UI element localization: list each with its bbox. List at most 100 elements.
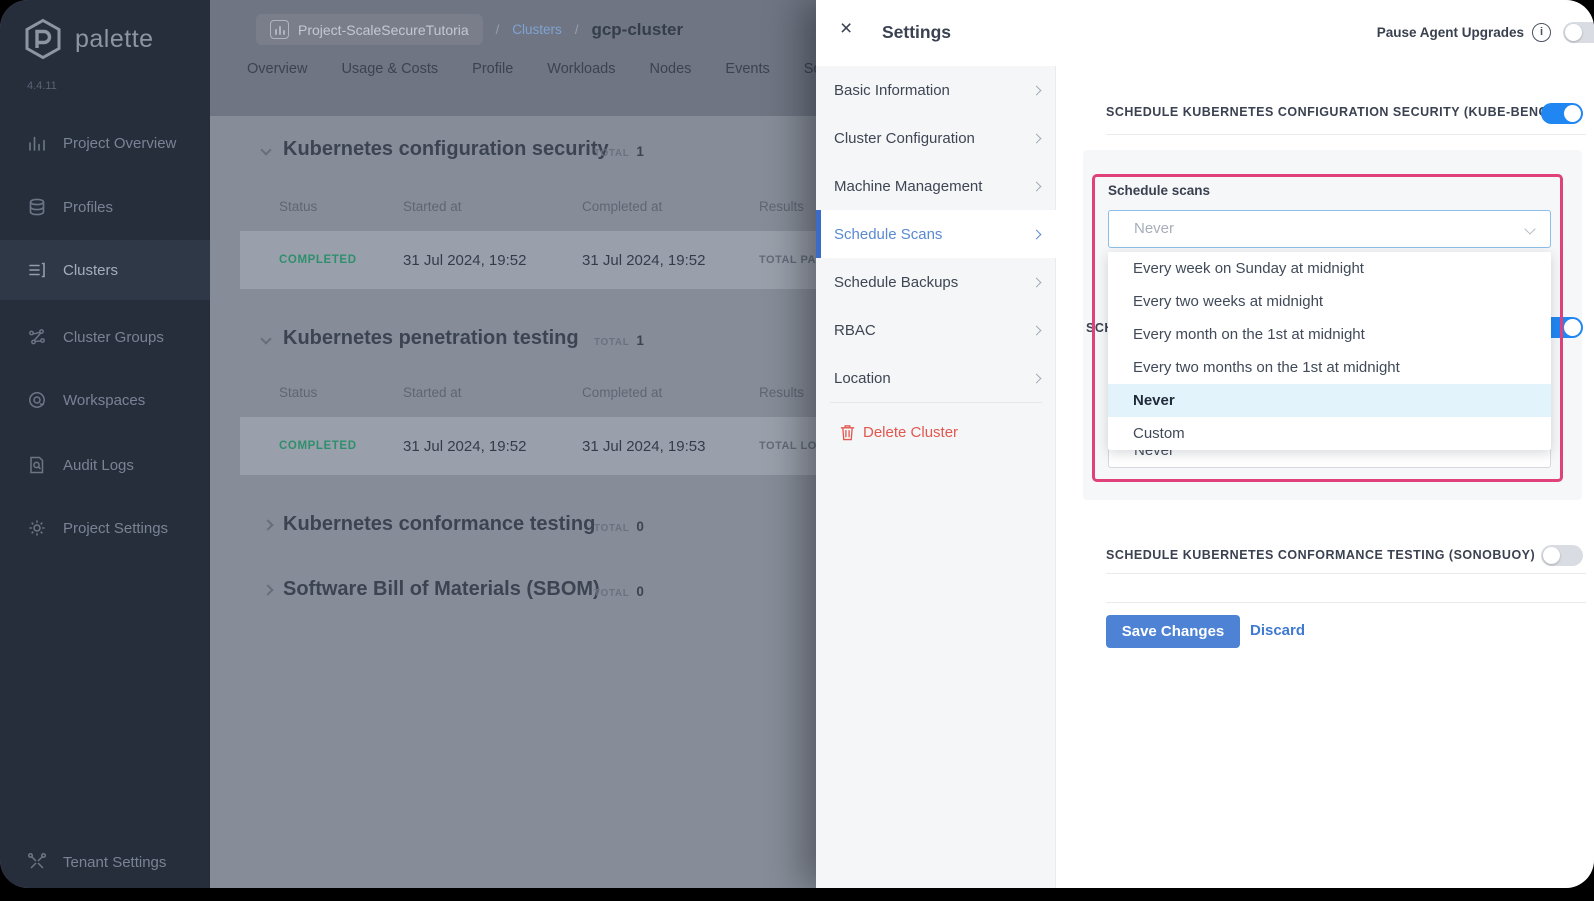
app-version: 4.4.11 [27,80,57,92]
dropdown-option[interactable]: Every month on the 1st at midnight [1108,318,1551,351]
results-cell: TOTAL LOW [759,440,816,452]
dropdown-option-selected[interactable]: Never [1108,384,1551,417]
sidebar-item-workspaces[interactable]: Workspaces [0,376,210,424]
sonobuoy-label: SCHEDULE KUBERNETES CONFORMANCE TESTING … [1106,548,1535,562]
section-total: TOTAL 1 [594,333,644,348]
nav-item-rbac[interactable]: RBAC [816,306,1056,354]
breadcrumb: Project-ScaleSecureTutoria / Clusters / … [256,14,683,45]
chevron-right-icon [1032,229,1042,239]
info-icon[interactable]: i [1532,23,1551,42]
chevron-right-icon [1032,85,1042,95]
section-title: Kubernetes configuration security [283,138,609,161]
tab-workloads[interactable]: Workloads [547,61,615,77]
cluster-tabs: Overview Usage & Costs Profile Workloads… [247,61,816,77]
nav-item-location[interactable]: Location [816,354,1056,402]
breadcrumb-separator: / [496,22,500,37]
tab-usage-costs[interactable]: Usage & Costs [341,61,438,77]
dropdown-option[interactable]: Every two weeks at midnight [1108,285,1551,318]
divider [1106,602,1586,603]
brand-logo: palette [24,18,154,60]
tab-scan[interactable]: Scan [804,61,816,77]
tab-events[interactable]: Events [725,61,769,77]
divider [1106,573,1586,574]
tab-overview[interactable]: Overview [247,61,307,77]
column-header: Completed at [582,199,662,214]
table-row[interactable]: COMPLETED 31 Jul 2024, 19:52 31 Jul 2024… [240,231,816,289]
schedule-options-dropdown: Every week on Sunday at midnight Every t… [1108,252,1551,450]
results-cell: TOTAL PASS [759,254,816,266]
workspaces-icon [27,390,47,410]
chevron-down-icon [1524,223,1535,234]
sidebar-item-label: Audit Logs [63,457,134,474]
profiles-icon [27,197,47,217]
audit-logs-icon [27,455,47,475]
section-title: Kubernetes conformance testing [283,513,595,536]
kube-bench-label: SCHEDULE KUBERNETES CONFIGURATION SECURI… [1106,105,1562,119]
started-at-cell: 31 Jul 2024, 19:52 [403,438,526,455]
chevron-down-icon[interactable] [260,333,271,344]
discard-link[interactable]: Discard [1250,622,1305,639]
chevron-right-icon[interactable] [262,519,273,530]
brand-name: palette [75,25,154,54]
nav-item-schedule-scans[interactable]: Schedule Scans [816,210,1056,258]
column-header: Status [279,385,317,400]
breadcrumb-project-chip[interactable]: Project-ScaleSecureTutoria [256,14,483,45]
status-badge: COMPLETED [279,440,357,452]
chevron-right-icon [1032,373,1042,383]
column-header: Started at [403,199,462,214]
nav-item-cluster-configuration[interactable]: Cluster Configuration [816,114,1056,162]
breadcrumb-clusters-link[interactable]: Clusters [512,22,562,37]
pause-agent-upgrades-label: Pause Agent Upgrades [1377,25,1524,40]
sidebar-item-audit-logs[interactable]: Audit Logs [0,441,210,489]
app-window: palette 4.4.11 Project Overview Profiles… [0,0,1594,888]
sidebar-item-clusters[interactable]: Clusters [0,240,210,300]
trash-icon [840,424,855,441]
settings-modal: × Settings Pause Agent Upgrades i Basic … [816,0,1594,888]
breadcrumb-separator: / [575,22,579,37]
chevron-right-icon [1032,277,1042,287]
cluster-groups-icon [27,327,47,347]
cluster-details-page: Project-ScaleSecureTutoria / Clusters / … [210,0,816,888]
section-total: TOTAL 0 [594,519,644,534]
sidebar-item-label: Profiles [63,199,113,216]
sidebar-item-label: Cluster Groups [63,329,164,346]
pause-agent-upgrades-toggle[interactable] [1563,22,1594,43]
sidebar-item-project-overview[interactable]: Project Overview [0,119,210,167]
section-total: TOTAL 0 [594,584,644,599]
chevron-down-icon[interactable] [260,144,271,155]
column-header: Started at [403,385,462,400]
chevron-right-icon [1032,325,1042,335]
schedule-scans-label: Schedule scans [1108,183,1210,198]
settings-nav: Basic Information Cluster Configuration … [816,66,1056,888]
chevron-right-icon [1032,181,1042,191]
save-changes-button[interactable]: Save Changes [1106,615,1240,648]
sidebar-item-project-settings[interactable]: Project Settings [0,504,210,552]
nav-item-machine-management[interactable]: Machine Management [816,162,1056,210]
nav-item-schedule-backups[interactable]: Schedule Backups [816,258,1056,306]
sidebar-item-cluster-groups[interactable]: Cluster Groups [0,313,210,361]
sonobuoy-toggle[interactable] [1541,545,1583,566]
nav-item-basic-information[interactable]: Basic Information [816,66,1056,114]
tab-profile[interactable]: Profile [472,61,513,77]
dropdown-option[interactable]: Every two months on the 1st at midnight [1108,351,1551,384]
sidebar-item-tenant-settings[interactable]: Tenant Settings [0,838,210,886]
section-total: TOTAL 1 [594,144,644,159]
chevron-right-icon[interactable] [262,584,273,595]
section-title: Kubernetes penetration testing [283,327,579,350]
dropdown-option[interactable]: Every week on Sunday at midnight [1108,252,1551,285]
status-badge: COMPLETED [279,254,357,266]
completed-at-cell: 31 Jul 2024, 19:53 [582,438,705,455]
sidebar-item-label: Project Overview [63,135,176,152]
delete-cluster-button[interactable]: Delete Cluster [816,412,1056,452]
schedule-scans-select[interactable]: Never [1108,210,1551,248]
sidebar-item-profiles[interactable]: Profiles [0,183,210,231]
table-row[interactable]: COMPLETED 31 Jul 2024, 19:52 31 Jul 2024… [240,417,816,475]
kube-bench-toggle[interactable] [1541,103,1583,124]
chart-icon [27,133,47,153]
sidebar: palette 4.4.11 Project Overview Profiles… [0,0,210,888]
tab-nodes[interactable]: Nodes [650,61,692,77]
divider [1106,134,1586,135]
chevron-right-icon [1032,133,1042,143]
column-header: Results [759,199,804,214]
dropdown-option[interactable]: Custom [1108,417,1551,450]
